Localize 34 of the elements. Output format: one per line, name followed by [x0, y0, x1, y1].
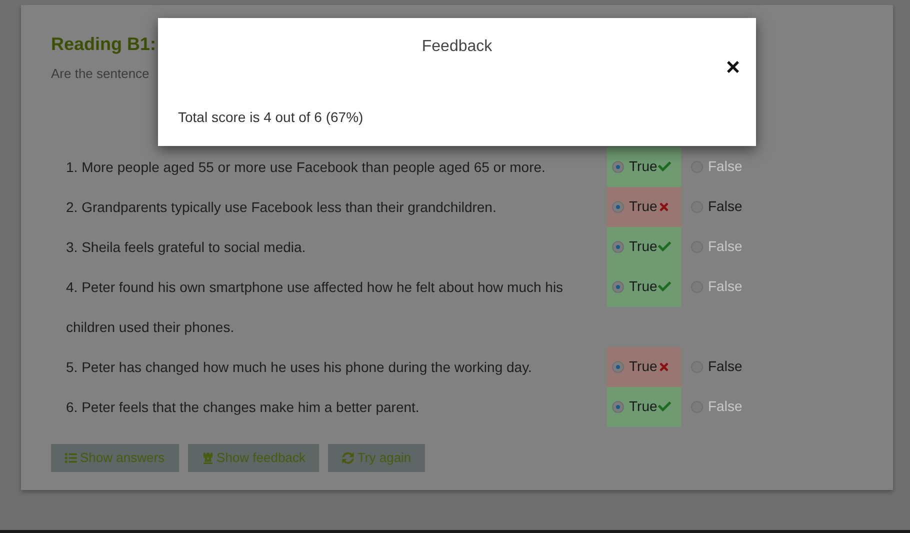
question-text: 1. More people aged 55 or more use Facebook than people aged 65 or more.	[66, 158, 546, 177]
question-text: 4. Peter found his own smartphone use affected how he felt about how much his children used their phones.	[66, 278, 564, 337]
answer-option[interactable]: True	[607, 226, 681, 266]
score-text: Total score is 4 out of 6 (67%)	[178, 108, 364, 127]
question-text: 3. Sheila feels grateful to social media.	[66, 238, 307, 257]
instructions-text: Are the sentence	[51, 65, 150, 83]
check-icon	[658, 280, 672, 293]
answer-option[interactable]: True	[607, 266, 681, 306]
radio-button[interactable]	[612, 280, 624, 292]
refresh-icon	[342, 452, 354, 464]
question-text: 5. Peter has changed how much he uses his phone during the working day.	[66, 358, 533, 377]
dialog-title: Feedback	[422, 37, 492, 57]
answer-option[interactable]: True	[607, 346, 681, 386]
check-icon	[658, 240, 672, 253]
radio-button[interactable]	[612, 400, 624, 412]
answer-option[interactable]: True	[607, 146, 681, 186]
answer-option[interactable]: True	[607, 386, 681, 426]
radio-button[interactable]	[612, 200, 624, 212]
radio-button[interactable]	[612, 360, 624, 372]
cross-icon	[658, 360, 670, 372]
check-icon	[658, 160, 672, 173]
list-icon	[65, 452, 77, 464]
quiz-title: Reading B1:	[51, 33, 156, 56]
question-text: 6. Peter feels that the changes make him a better parent.	[66, 398, 420, 417]
question-text: 2. Grandparents typically use Facebook less than their grandchildren.	[66, 198, 498, 217]
close-button[interactable]: ×	[726, 56, 740, 80]
cross-icon	[658, 200, 670, 212]
rook-icon	[202, 452, 214, 464]
radio-button[interactable]	[612, 240, 624, 252]
answer-option[interactable]: False	[681, 346, 742, 386]
answer-option[interactable]: True	[607, 186, 681, 226]
radio-button[interactable]	[612, 160, 624, 172]
answer-option[interactable]: False	[681, 186, 742, 226]
check-icon	[658, 400, 672, 413]
